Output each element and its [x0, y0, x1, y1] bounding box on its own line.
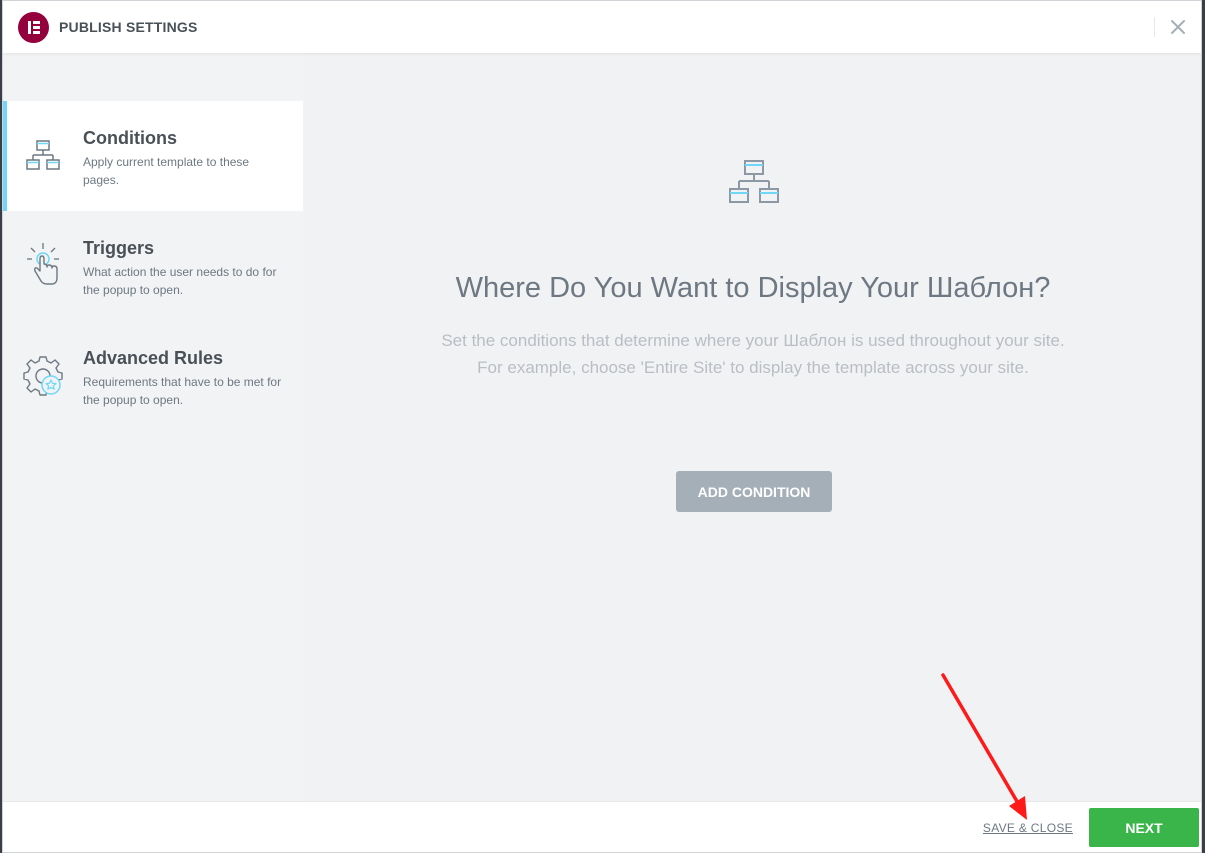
header-divider	[1154, 17, 1155, 37]
modal-footer: SAVE & CLOSE NEXT	[3, 801, 1201, 852]
gear-star-icon	[23, 351, 63, 401]
next-button[interactable]: NEXT	[1089, 808, 1199, 847]
sidebar-item-triggers[interactable]: Triggers What action the user needs to d…	[3, 211, 303, 321]
sitemap-icon	[727, 158, 781, 208]
sidebar-item-title: Advanced Rules	[83, 348, 224, 368]
main-content: Where Do You Want to Display Your Шаблон…	[304, 53, 1201, 801]
modal-header: PUBLISH SETTINGS	[3, 1, 1201, 53]
sidebar-item-description: Apply current template to these pages.	[83, 155, 250, 187]
description-line: Set the conditions that determine where …	[441, 331, 1065, 350]
publish-settings-modal: PUBLISH SETTINGS Conditions Apply curren…	[2, 0, 1202, 853]
page-title: Where Do You Want to Display Your Шаблон…	[455, 272, 1051, 304]
elementor-logo-icon	[18, 12, 49, 43]
sitemap-icon	[23, 131, 63, 181]
sidebar-item-description: Requirements that have to be met for the…	[83, 375, 282, 407]
sidebar-item-conditions[interactable]: Conditions Apply current template to the…	[3, 101, 303, 211]
save-close-link[interactable]: SAVE & CLOSE	[983, 821, 1073, 835]
sidebar-item-description: What action the user needs to do for the…	[83, 265, 277, 297]
add-condition-button[interactable]: ADD CONDITION	[676, 471, 832, 512]
page-description: Set the conditions that determine where …	[304, 327, 1201, 381]
sidebar-item-title: Triggers	[83, 238, 155, 258]
sidebar-item-title: Conditions	[83, 128, 177, 148]
modal-title: PUBLISH SETTINGS	[59, 19, 198, 35]
sidebar: Conditions Apply current template to the…	[3, 53, 304, 801]
sidebar-item-advanced-rules[interactable]: Advanced Rules Requirements that have to…	[3, 321, 303, 431]
description-line: For example, choose 'Entire Site' to dis…	[477, 358, 1029, 377]
close-icon[interactable]	[1165, 14, 1191, 40]
hand-click-icon	[23, 241, 63, 291]
